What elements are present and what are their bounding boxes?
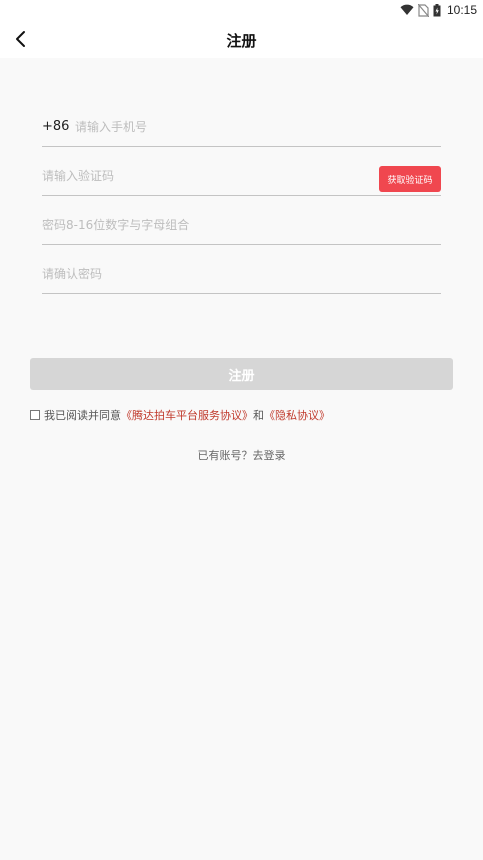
agreement-and: 和 (253, 409, 264, 422)
phone-input[interactable] (75, 117, 415, 137)
country-code[interactable]: +86 (42, 117, 69, 137)
confirm-password-field (42, 258, 441, 294)
status-bar: 10:15 (0, 0, 483, 20)
agreement-checkbox[interactable] (30, 410, 40, 420)
confirm-password-input[interactable] (42, 264, 432, 284)
agreement-prefix: 我已阅读并同意 (44, 409, 121, 422)
phone-field: +86 (42, 111, 441, 147)
agreement-row: 我已阅读并同意 《腾达拍车平台服务协议》 和 《隐私协议》 (30, 407, 330, 423)
wifi-icon (400, 4, 414, 15)
no-sim-icon (417, 3, 429, 17)
status-icons: 10:15 (400, 2, 477, 18)
get-code-button[interactable]: 获取验证码 (379, 166, 441, 192)
privacy-agreement-link[interactable]: 《隐私协议》 (264, 407, 330, 423)
register-screen: 10:15 注册 +86 获取验证码 注册 我已阅读并同意 《腾达拍车平台服务协… (0, 0, 483, 860)
battery-icon (433, 3, 441, 16)
service-agreement-link[interactable]: 《腾达拍车平台服务协议》 (121, 407, 253, 423)
register-button[interactable]: 注册 (30, 358, 453, 390)
page-title: 注册 (226, 32, 257, 50)
password-field (42, 209, 441, 245)
verification-code-input[interactable] (42, 166, 362, 186)
status-time: 10:15 (446, 3, 477, 17)
nav-bar: 注册 (0, 20, 483, 58)
password-input[interactable] (42, 215, 432, 235)
go-login-link[interactable]: 已有账号？去登录 (0, 447, 483, 463)
code-field: 获取验证码 (42, 160, 441, 196)
